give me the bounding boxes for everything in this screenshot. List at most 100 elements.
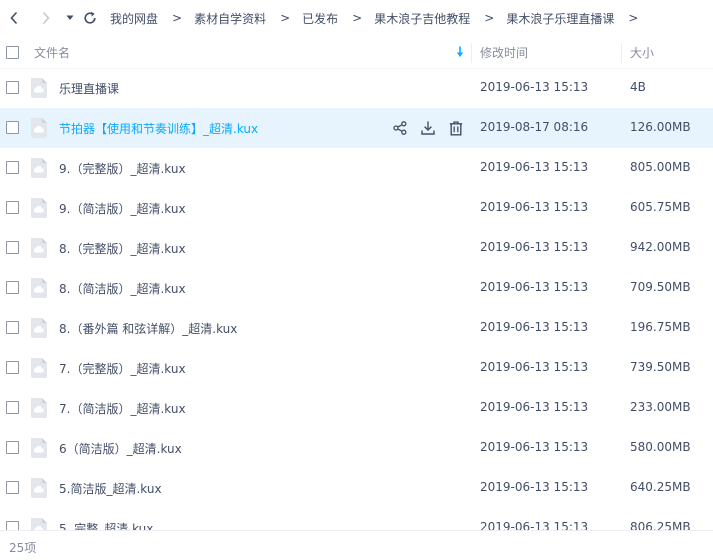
- file-size: 805.00MB: [630, 160, 691, 174]
- row-actions: [391, 119, 465, 137]
- forward-button[interactable]: [36, 8, 56, 28]
- row-checkbox[interactable]: [6, 241, 19, 254]
- row-checkbox[interactable]: [6, 161, 19, 174]
- file-size: 4B: [630, 80, 646, 94]
- breadcrumb-item[interactable]: 素材自学资料: [194, 10, 266, 27]
- row-select-cell: [6, 161, 19, 174]
- sort-button[interactable]: [456, 46, 464, 61]
- download-button[interactable]: [419, 119, 437, 137]
- file-row[interactable]: 5.简洁版_超清.kux 2019-06-13 15:13 640.25MB: [0, 468, 713, 508]
- file-modified-time: 2019-06-13 15:13: [480, 280, 589, 294]
- file-name[interactable]: 8.（完整版）_超清.kux: [59, 240, 186, 257]
- row-checkbox[interactable]: [6, 401, 19, 414]
- row-select-cell: [6, 241, 19, 254]
- row-checkbox[interactable]: [6, 361, 19, 374]
- file-row[interactable]: 8.（简洁版）_超清.kux 2019-06-13 15:13 709.50MB: [0, 268, 713, 308]
- breadcrumb-separator: >: [628, 11, 639, 25]
- cloud-file-icon: [29, 158, 49, 178]
- breadcrumb-separator: >: [352, 11, 363, 25]
- share-icon: [393, 121, 407, 135]
- delete-button[interactable]: [447, 119, 465, 137]
- file-name[interactable]: 7.（完整版）_超清.kux: [59, 360, 186, 377]
- breadcrumb-item[interactable]: 果木浪子乐理直播课: [506, 10, 614, 27]
- file-name[interactable]: 乐理直播课: [59, 80, 119, 97]
- cloud-file-icon: [29, 358, 49, 378]
- chevron-left-icon: [10, 11, 18, 25]
- history-dropdown[interactable]: [64, 8, 76, 28]
- row-checkbox[interactable]: [6, 201, 19, 214]
- cloud-file-icon: [29, 318, 49, 338]
- file-row[interactable]: 6（简洁版）_超清.kux 2019-06-13 15:13 580.00MB: [0, 428, 713, 468]
- file-modified-time: 2019-08-17 08:16: [480, 120, 589, 134]
- select-all-checkbox[interactable]: [6, 46, 19, 59]
- breadcrumb-separator: >: [172, 11, 183, 25]
- file-modified-time: 2019-06-13 15:13: [480, 360, 589, 374]
- row-select-cell: [6, 281, 19, 294]
- row-select-cell: [6, 321, 19, 334]
- file-name[interactable]: 6（简洁版）_超清.kux: [59, 440, 182, 457]
- cloud-file-icon: [29, 238, 49, 258]
- file-row[interactable]: 7.（完整版）_超清.kux 2019-06-13 15:13 739.50MB: [0, 348, 713, 388]
- row-checkbox[interactable]: [6, 481, 19, 494]
- file-size: 233.00MB: [630, 400, 691, 414]
- file-row[interactable]: 7.（简洁版）_超清.kux 2019-06-13 15:13 233.00MB: [0, 388, 713, 428]
- file-modified-time: 2019-06-13 15:13: [480, 440, 589, 454]
- column-divider[interactable]: [471, 43, 472, 63]
- file-row[interactable]: 乐理直播课 2019-06-13 15:13 4B: [0, 68, 713, 108]
- download-icon: [421, 121, 435, 135]
- row-checkbox[interactable]: [6, 521, 19, 530]
- file-size: 605.75MB: [630, 200, 691, 214]
- file-name[interactable]: 9.（简洁版）_超清.kux: [59, 200, 186, 217]
- file-name[interactable]: 5.简洁版_超清.kux: [59, 480, 162, 497]
- file-size: 580.00MB: [630, 440, 691, 454]
- row-select-cell: [6, 441, 19, 454]
- breadcrumb-separator: >: [484, 11, 495, 25]
- navigation-toolbar: 我的网盘 > 素材自学资料 > 已发布 > 果木浪子吉他教程 > 果木浪子乐理直…: [0, 0, 713, 36]
- cloud-file-icon: [29, 398, 49, 418]
- breadcrumb-item[interactable]: 已发布: [302, 10, 338, 27]
- back-button[interactable]: [4, 8, 24, 28]
- file-name[interactable]: 5. 完整_超清.kux: [59, 520, 153, 530]
- file-list[interactable]: 乐理直播课 2019-06-13 15:13 4B 节拍器【使用和节奏训练】_超…: [0, 68, 713, 530]
- cloud-file-icon: [29, 438, 49, 458]
- refresh-icon: [84, 11, 96, 24]
- file-row[interactable]: 节拍器【使用和节奏训练】_超清.kux 2019-08-17 08:16 126…: [0, 108, 713, 148]
- breadcrumb: 我的网盘 > 素材自学资料 > 已发布 > 果木浪子吉他教程 > 果木浪子乐理直…: [110, 10, 650, 27]
- status-bar: 25项: [0, 530, 713, 560]
- column-header-name[interactable]: 文件名: [34, 44, 70, 61]
- file-name[interactable]: 8.（简洁版）_超清.kux: [59, 280, 186, 297]
- chevron-right-icon: [42, 11, 50, 25]
- file-row[interactable]: 8.（完整版）_超清.kux 2019-06-13 15:13 942.00MB: [0, 228, 713, 268]
- caret-down-icon: [66, 15, 74, 20]
- file-row[interactable]: 9.（简洁版）_超清.kux 2019-06-13 15:13 605.75MB: [0, 188, 713, 228]
- file-name[interactable]: 9.（完整版）_超清.kux: [59, 160, 186, 177]
- column-header-size[interactable]: 大小: [630, 44, 654, 61]
- file-name[interactable]: 节拍器【使用和节奏训练】_超清.kux: [59, 120, 258, 137]
- file-name[interactable]: 8.（番外篇 和弦详解）_超清.kux: [59, 320, 237, 337]
- row-checkbox[interactable]: [6, 121, 19, 134]
- file-name[interactable]: 7.（简洁版）_超清.kux: [59, 400, 186, 417]
- breadcrumb-item[interactable]: 果木浪子吉他教程: [374, 10, 470, 27]
- column-divider[interactable]: [621, 43, 622, 63]
- row-checkbox[interactable]: [6, 321, 19, 334]
- row-select-cell: [6, 361, 19, 374]
- row-select-cell: [6, 81, 19, 94]
- cloud-file-icon: [29, 78, 49, 98]
- file-size: 126.00MB: [630, 120, 691, 134]
- cloud-file-icon: [29, 478, 49, 498]
- file-size: 640.25MB: [630, 480, 691, 494]
- row-checkbox[interactable]: [6, 441, 19, 454]
- row-select-cell: [6, 481, 19, 494]
- file-row[interactable]: 9.（完整版）_超清.kux 2019-06-13 15:13 805.00MB: [0, 148, 713, 188]
- column-header-time[interactable]: 修改时间: [480, 44, 528, 61]
- row-checkbox[interactable]: [6, 81, 19, 94]
- share-button[interactable]: [391, 119, 409, 137]
- file-size: 942.00MB: [630, 240, 691, 254]
- file-row[interactable]: 5. 完整_超清.kux 2019-06-13 15:13 806.25MB: [0, 508, 713, 530]
- cloud-file-icon: [29, 518, 49, 530]
- row-checkbox[interactable]: [6, 281, 19, 294]
- breadcrumb-item[interactable]: 我的网盘: [110, 10, 158, 27]
- refresh-button[interactable]: [80, 8, 100, 28]
- file-row[interactable]: 8.（番外篇 和弦详解）_超清.kux 2019-06-13 15:13 196…: [0, 308, 713, 348]
- file-modified-time: 2019-06-13 15:13: [480, 240, 589, 254]
